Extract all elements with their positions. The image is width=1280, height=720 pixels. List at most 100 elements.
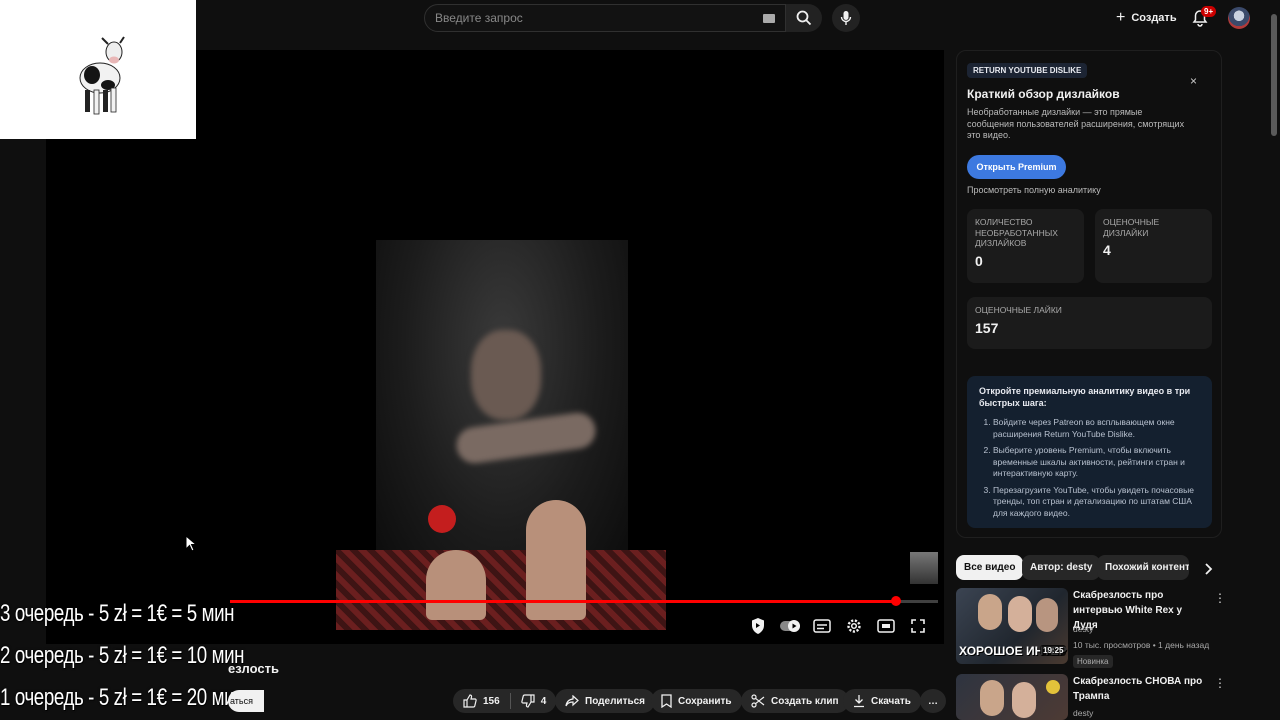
shield-button[interactable] bbox=[747, 616, 769, 636]
rec-channel[interactable]: desty bbox=[1073, 708, 1093, 718]
video-person bbox=[471, 330, 541, 420]
dislike-button[interactable]: 4 bbox=[520, 694, 547, 708]
chip-all-videos[interactable]: Все видео bbox=[956, 555, 1024, 580]
stat-label: Оценочные дизлайки bbox=[1103, 217, 1160, 238]
avatar[interactable] bbox=[1228, 7, 1250, 29]
video-carpet bbox=[336, 550, 666, 630]
streamer-thumbnail bbox=[910, 552, 938, 584]
promo-step: Выберите уровень Premium, чтобы включить… bbox=[993, 445, 1200, 480]
thumb-face bbox=[978, 594, 1002, 630]
like-count: 156 bbox=[483, 695, 500, 707]
voice-search-button[interactable] bbox=[832, 4, 860, 32]
thumbs-up-icon bbox=[463, 694, 477, 708]
stat-value: 4 bbox=[1103, 242, 1111, 258]
thumbs-down-icon bbox=[520, 694, 535, 708]
duration-badge: 19:25 bbox=[1040, 645, 1067, 656]
search-icon bbox=[796, 10, 812, 26]
share-icon bbox=[565, 695, 579, 707]
ryd-promo: Откройте премиальную аналитику видео в т… bbox=[967, 376, 1212, 528]
search-input[interactable]: Введите запрос bbox=[424, 4, 786, 32]
share-label: Поделиться bbox=[585, 695, 646, 707]
thumb-face bbox=[1008, 596, 1032, 632]
plus-icon: + bbox=[1116, 9, 1126, 26]
gear-icon bbox=[847, 619, 861, 633]
thumb-emoji bbox=[1046, 680, 1060, 694]
like-button[interactable]: 156 bbox=[463, 694, 500, 708]
chip-related[interactable]: Похожий контент bbox=[1097, 555, 1189, 580]
thumb-face bbox=[1012, 682, 1036, 718]
toggle-icon bbox=[780, 620, 800, 632]
video-title: езлость bbox=[228, 661, 279, 676]
cow-image bbox=[79, 36, 125, 115]
more-actions-button[interactable]: … bbox=[920, 689, 946, 713]
download-icon bbox=[854, 695, 864, 708]
ryd-description: Необработанные дизлайки — это прямые соо… bbox=[967, 107, 1185, 140]
progress-fill bbox=[230, 600, 896, 603]
fullscreen-button[interactable] bbox=[907, 616, 929, 636]
thumb-face bbox=[1036, 598, 1058, 632]
thumb-face bbox=[980, 680, 1004, 716]
stat-value: 0 bbox=[975, 252, 983, 269]
autoplay-toggle[interactable] bbox=[779, 616, 801, 636]
progress-bar[interactable] bbox=[230, 596, 938, 606]
like-dislike-group: 156 4 bbox=[453, 689, 557, 713]
more-icon: … bbox=[928, 695, 938, 707]
theater-icon bbox=[877, 619, 895, 633]
scissors-icon bbox=[751, 694, 765, 708]
webcam-overlay bbox=[0, 0, 196, 139]
full-analytics-link[interactable]: Просмотреть полную аналитику bbox=[967, 185, 1101, 195]
video-foot bbox=[426, 550, 486, 620]
raw-dislikes-card: Количество необработанных дизлайков 0 bbox=[967, 209, 1084, 283]
create-clip-label: Создать клип bbox=[771, 695, 839, 707]
video-player[interactable] bbox=[46, 50, 944, 644]
queue-line-3: 3 очередь - 5 zł = 1€ = 5 мин bbox=[0, 600, 235, 627]
stat-label: Количество необработанных дизлайков bbox=[975, 217, 1058, 248]
open-premium-button[interactable]: Открыть Premium bbox=[967, 155, 1066, 179]
mouse-cursor-icon bbox=[185, 535, 197, 552]
kebab-menu-icon[interactable]: ⋮ bbox=[1214, 591, 1226, 605]
scrubber-handle[interactable] bbox=[890, 596, 901, 606]
rec-thumbnail[interactable]: ХОРОШОЕ ИНТЕР 19:25 bbox=[956, 588, 1068, 664]
chevron-right-icon bbox=[1205, 563, 1213, 575]
theater-mode-button[interactable] bbox=[875, 616, 897, 636]
chip-author[interactable]: Автор: desty bbox=[1022, 555, 1101, 580]
kebab-menu-icon[interactable]: ⋮ bbox=[1214, 676, 1226, 690]
rec-thumbnail[interactable] bbox=[956, 674, 1068, 720]
subtitles-button[interactable] bbox=[811, 616, 833, 636]
dislike-count: 4 bbox=[540, 695, 547, 707]
share-button[interactable]: Поделиться bbox=[555, 689, 656, 713]
video-red-object bbox=[428, 505, 456, 533]
create-label: Создать bbox=[1131, 12, 1177, 24]
bookmark-icon bbox=[661, 694, 672, 708]
save-button[interactable]: Сохранить bbox=[651, 689, 742, 713]
subscribe-button[interactable]: аться bbox=[228, 690, 264, 712]
queue-line-1: 1 очередь - 5 zł = 1€ = 20 мин bbox=[0, 684, 245, 711]
subtitles-icon bbox=[813, 619, 831, 633]
keyboard-icon[interactable] bbox=[763, 13, 775, 23]
queue-line-2: 2 очередь - 5 zł = 1€ = 10 мин bbox=[0, 642, 245, 669]
rec-meta: 10 тыс. просмотров • 1 день назад bbox=[1073, 640, 1210, 650]
download-label: Скачать bbox=[871, 695, 911, 707]
promo-step: Войдите через Patreon во всплывающем окн… bbox=[993, 417, 1200, 440]
stat-label: Оценочные лайки bbox=[975, 305, 1062, 315]
new-badge: Новинка bbox=[1073, 655, 1113, 668]
rec-title[interactable]: Скабрезлость СНОВА про Трампа bbox=[1073, 674, 1205, 704]
ryd-title: Краткий обзор дизлайков bbox=[967, 87, 1120, 101]
chips-next-button[interactable] bbox=[1200, 561, 1216, 577]
fullscreen-icon bbox=[911, 619, 925, 633]
settings-button[interactable] bbox=[843, 616, 865, 636]
page-scrollbar[interactable] bbox=[1271, 14, 1277, 136]
create-button[interactable]: + Создать bbox=[1108, 6, 1185, 30]
rec-channel[interactable]: desty bbox=[1073, 624, 1093, 634]
estimated-likes-card: Оценочные лайки 157 bbox=[967, 297, 1212, 349]
save-label: Сохранить bbox=[678, 695, 732, 707]
promo-steps: Войдите через Patreon во всплывающем окн… bbox=[979, 417, 1200, 519]
promo-heading: Откройте премиальную аналитику видео в т… bbox=[979, 386, 1191, 408]
close-icon[interactable]: × bbox=[1190, 74, 1197, 88]
microphone-icon bbox=[840, 11, 852, 25]
create-clip-button[interactable]: Создать клип bbox=[741, 689, 849, 713]
search-button[interactable] bbox=[786, 4, 822, 32]
divider bbox=[509, 693, 511, 709]
search-placeholder: Введите запрос bbox=[435, 11, 523, 25]
download-button[interactable]: Скачать bbox=[843, 689, 921, 713]
